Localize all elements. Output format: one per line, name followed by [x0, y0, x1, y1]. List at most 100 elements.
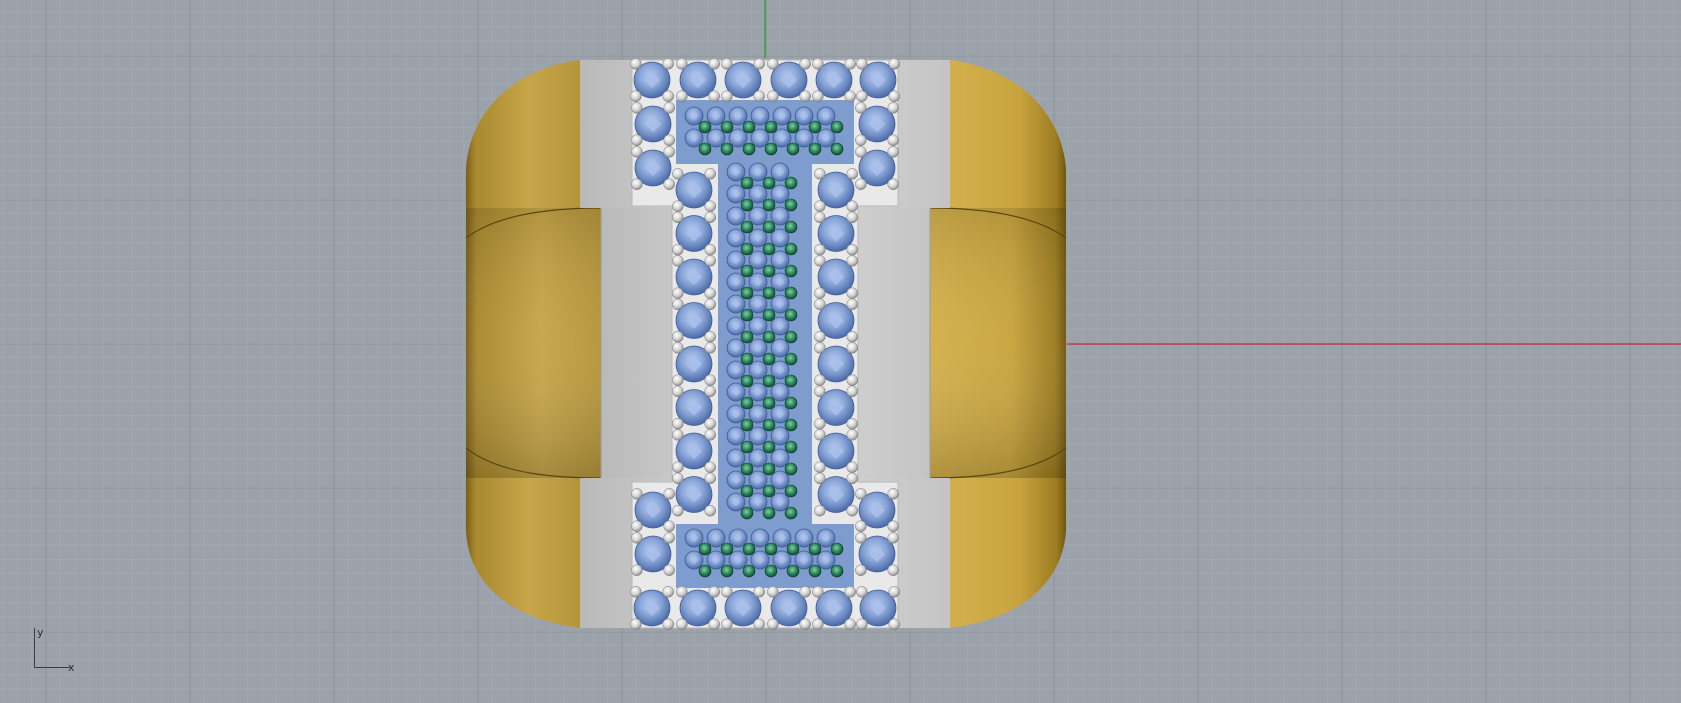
prong — [846, 429, 858, 441]
prong — [846, 255, 858, 267]
prong — [814, 342, 826, 354]
prong — [663, 532, 675, 544]
prong — [630, 58, 642, 70]
prong — [672, 243, 684, 256]
emerald-gem — [784, 484, 798, 498]
prong — [814, 461, 826, 473]
emerald-gem — [784, 308, 798, 322]
emerald-gem — [762, 484, 776, 498]
prong — [708, 90, 720, 102]
prong — [814, 211, 826, 224]
prong — [676, 58, 688, 70]
prong — [663, 564, 675, 576]
prong — [672, 385, 684, 398]
prong — [846, 385, 858, 398]
emerald-gem — [784, 198, 798, 212]
prong — [767, 90, 779, 102]
prong — [846, 374, 858, 386]
emerald-gem — [784, 352, 798, 366]
prong — [846, 472, 858, 485]
emerald-gem — [762, 176, 776, 190]
prong — [887, 134, 899, 146]
emerald-gem — [762, 264, 776, 278]
emerald-gem — [830, 542, 844, 556]
prong — [888, 586, 900, 598]
prong — [799, 90, 811, 102]
prong — [846, 168, 858, 180]
prong — [846, 211, 858, 224]
emerald-gem — [742, 564, 756, 578]
prong — [631, 520, 643, 532]
scene-canvas[interactable] — [0, 0, 1681, 703]
emerald-gem — [762, 220, 776, 234]
prong — [631, 146, 643, 158]
emerald-gem — [740, 198, 754, 212]
prong — [814, 374, 826, 386]
prong — [721, 618, 733, 630]
emerald-gem — [762, 198, 776, 212]
prong — [721, 58, 733, 70]
prong — [672, 504, 684, 517]
emerald-gem — [762, 374, 776, 388]
emerald-gem — [762, 506, 776, 520]
prong — [844, 618, 856, 630]
prong — [814, 287, 826, 299]
prong — [844, 586, 856, 598]
prong — [855, 134, 867, 146]
prong — [672, 330, 684, 343]
prong — [663, 134, 675, 146]
axis-indicator-x-line — [34, 667, 70, 668]
prong — [856, 90, 868, 102]
emerald-gem — [698, 120, 712, 134]
prong — [676, 586, 688, 598]
prong — [846, 243, 858, 256]
prong — [753, 90, 765, 102]
prong — [855, 520, 867, 532]
emerald-gem — [762, 242, 776, 256]
viewport-top[interactable]: y x — [0, 0, 1681, 703]
emerald-gem — [784, 506, 798, 520]
prong — [814, 200, 826, 212]
ring-model[interactable] — [465, 58, 1067, 630]
prong — [846, 330, 858, 343]
prong — [704, 330, 716, 343]
prong — [663, 146, 675, 158]
prong — [846, 461, 858, 473]
prong — [799, 618, 811, 630]
emerald-gem — [762, 308, 776, 322]
prong — [814, 243, 826, 256]
prong — [753, 58, 765, 70]
prong — [814, 255, 826, 267]
prong — [856, 618, 868, 630]
prong — [844, 58, 856, 70]
prong — [814, 385, 826, 398]
emerald-gem — [784, 418, 798, 432]
prong — [812, 618, 824, 630]
prong — [855, 146, 867, 158]
prong — [708, 58, 720, 70]
emerald-gem — [740, 286, 754, 300]
prong — [887, 146, 899, 158]
prong — [631, 102, 643, 114]
prong — [630, 586, 642, 598]
emerald-gem — [786, 142, 800, 156]
prong — [704, 472, 716, 485]
prong — [814, 168, 826, 180]
emerald-gem — [786, 120, 800, 134]
prong — [846, 417, 858, 430]
emerald-gem — [808, 120, 822, 134]
emerald-gem — [740, 396, 754, 410]
emerald-gem — [720, 564, 734, 578]
emerald-gem — [784, 176, 798, 190]
emerald-gem — [762, 352, 776, 366]
prong — [814, 417, 826, 430]
prong — [814, 330, 826, 343]
prong — [888, 90, 900, 102]
prong — [844, 90, 856, 102]
emerald-gem — [762, 396, 776, 410]
prong — [753, 586, 765, 598]
prong — [887, 178, 899, 190]
prong — [799, 586, 811, 598]
axis-indicator-y-line — [34, 628, 35, 668]
prong — [704, 211, 716, 224]
